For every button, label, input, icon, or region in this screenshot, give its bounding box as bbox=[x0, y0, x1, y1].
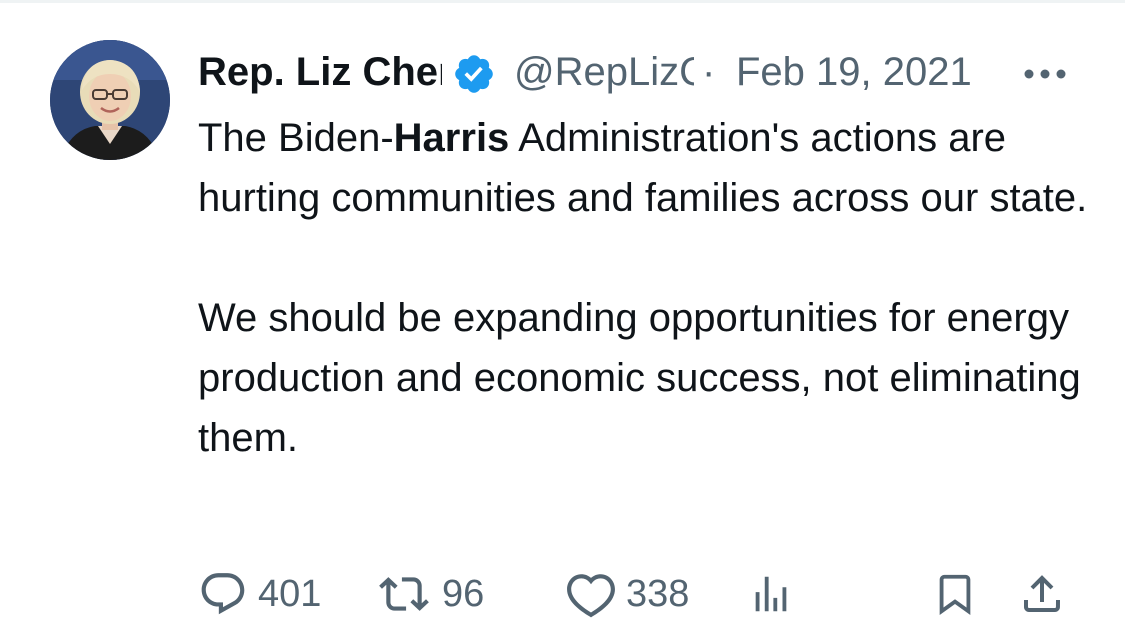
views-icon bbox=[755, 576, 787, 612]
text-segment: The Biden- bbox=[198, 116, 394, 160]
verified-badge-icon bbox=[455, 55, 493, 93]
bold-text-segment: Harris bbox=[393, 116, 510, 160]
more-icon[interactable] bbox=[1023, 64, 1067, 84]
separator-dot: · bbox=[702, 50, 716, 94]
reply-count: 401 bbox=[258, 573, 322, 615]
like-button[interactable]: 338 bbox=[566, 566, 689, 622]
bookmark-button[interactable] bbox=[932, 566, 978, 622]
like-icon bbox=[567, 574, 615, 618]
repost-button[interactable]: 96 bbox=[376, 566, 484, 622]
author-handle[interactable]: @RepLizCheney bbox=[514, 48, 694, 96]
author-display-name[interactable]: Rep. Liz Cheney bbox=[198, 48, 442, 96]
tweet-date[interactable]: Feb 19, 2021 bbox=[736, 48, 972, 96]
avatar[interactable] bbox=[50, 40, 170, 160]
views-button[interactable] bbox=[748, 566, 794, 622]
bookmark-icon bbox=[939, 574, 971, 615]
repost-icon bbox=[379, 577, 429, 611]
reply-icon bbox=[201, 573, 245, 615]
reply-button[interactable]: 401 bbox=[198, 566, 321, 622]
tweet-paragraph-1: The Biden-Harris Administration's action… bbox=[198, 108, 1088, 228]
tweet-paragraph-2: We should be expanding opportunities for… bbox=[198, 296, 1081, 460]
tweet-page: Rep. Liz Cheney @RepLizCheney · Feb 19, … bbox=[0, 0, 1125, 639]
action-bar: 401 96 338 bbox=[198, 566, 1078, 622]
divider bbox=[0, 0, 1125, 3]
like-count: 338 bbox=[626, 573, 690, 615]
repost-count: 96 bbox=[442, 573, 485, 615]
tweet-header: Rep. Liz Cheney @RepLizCheney · Feb 19, … bbox=[198, 44, 1078, 100]
avatar-image bbox=[50, 40, 170, 160]
share-icon bbox=[1024, 575, 1060, 612]
tweet-text: The Biden-Harris Administration's action… bbox=[198, 108, 1088, 468]
share-button[interactable] bbox=[1018, 566, 1066, 622]
